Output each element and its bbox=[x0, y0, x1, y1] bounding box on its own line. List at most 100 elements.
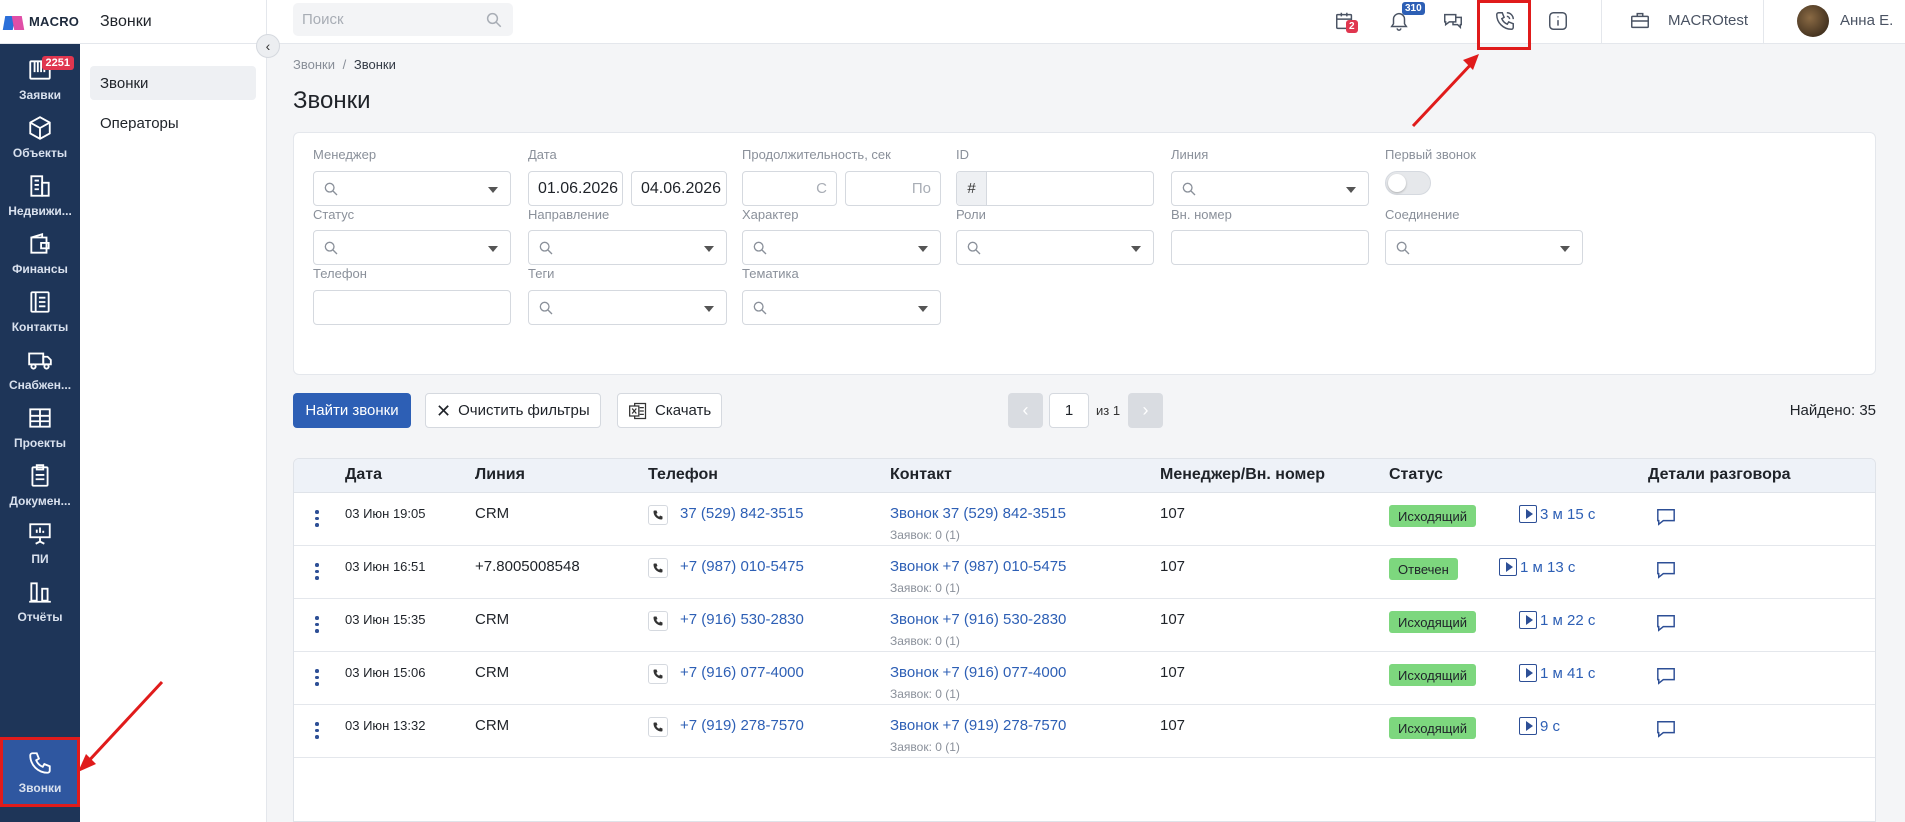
cell-phone[interactable]: 37 (529) 842-3515 bbox=[680, 505, 803, 522]
call-phone-icon[interactable] bbox=[648, 611, 668, 631]
download-label: Скачать bbox=[655, 402, 712, 419]
manager-select[interactable] bbox=[313, 171, 511, 206]
line-select[interactable] bbox=[1171, 171, 1369, 206]
search-icon bbox=[539, 301, 553, 315]
cell-date: 03 Июн 16:51 bbox=[345, 559, 426, 574]
table-row[interactable]: 03 Июн 19:05 CRM 37 (529) 842-3515 Звоно… bbox=[294, 493, 1875, 546]
cell-phone[interactable]: +7 (916) 077-4000 bbox=[680, 664, 804, 681]
notifications-button[interactable]: 310 bbox=[1386, 2, 1425, 34]
column-header-contact[interactable]: Контакт bbox=[890, 466, 952, 484]
cell-phone[interactable]: +7 (987) 010-5475 bbox=[680, 558, 804, 575]
sidebar-item-reports[interactable]: Отчёты bbox=[0, 566, 80, 636]
cell-contact[interactable]: Звонок +7 (919) 278-7570 bbox=[890, 717, 1066, 734]
recording-play[interactable]: 1 м 13 с bbox=[1499, 558, 1575, 576]
subnav-item-calls[interactable]: Звонки bbox=[90, 66, 256, 100]
chat-details-icon[interactable] bbox=[1655, 613, 1677, 633]
clear-filters-button[interactable]: ✕ Очистить фильтры bbox=[425, 393, 601, 428]
first-call-toggle[interactable] bbox=[1385, 171, 1431, 195]
chevron-down-icon bbox=[1131, 246, 1141, 252]
collapse-sidebar-button[interactable]: ‹ bbox=[256, 34, 280, 58]
chevron-down-icon bbox=[918, 246, 928, 252]
sidebar-item-calls[interactable]: Звонки bbox=[0, 737, 80, 807]
recording-play[interactable]: 3 м 15 с bbox=[1519, 505, 1595, 523]
direction-select[interactable] bbox=[528, 230, 727, 265]
row-menu-icon[interactable] bbox=[315, 722, 319, 739]
cell-contact[interactable]: Звонок 37 (529) 842-3515 bbox=[890, 505, 1066, 522]
cell-manager: 107 bbox=[1160, 558, 1186, 575]
chat-details-icon[interactable] bbox=[1655, 666, 1677, 686]
sidebar-item-label: Финансы bbox=[12, 261, 68, 276]
call-phone-icon[interactable] bbox=[648, 558, 668, 578]
next-page-button[interactable]: › bbox=[1128, 393, 1163, 428]
company-name[interactable]: MACROtest bbox=[1668, 12, 1748, 29]
avatar[interactable] bbox=[1797, 5, 1829, 37]
column-header-details[interactable]: Детали разговора bbox=[1648, 466, 1791, 484]
table-row[interactable]: 03 Июн 15:06 CRM +7 (916) 077-4000 Звоно… bbox=[294, 652, 1875, 705]
calendar-button[interactable]: 2 bbox=[1332, 8, 1358, 34]
character-select[interactable] bbox=[742, 230, 941, 265]
connection-select[interactable] bbox=[1385, 230, 1583, 265]
recording-play[interactable]: 1 м 41 с bbox=[1519, 664, 1595, 682]
filter-label: Дата bbox=[528, 147, 557, 162]
ext-number-input[interactable] bbox=[1171, 230, 1369, 265]
prev-page-button[interactable]: ‹ bbox=[1008, 393, 1043, 428]
page-input[interactable]: 1 bbox=[1049, 393, 1089, 428]
notifications-badge: 310 bbox=[1402, 2, 1425, 15]
truck-icon bbox=[28, 352, 52, 370]
user-name[interactable]: Анна Е. bbox=[1840, 12, 1893, 29]
id-input[interactable]: # bbox=[956, 171, 1154, 206]
subnav-item-operators[interactable]: Операторы bbox=[90, 106, 256, 140]
company-switch[interactable] bbox=[1627, 8, 1653, 34]
call-phone-icon[interactable] bbox=[648, 505, 668, 525]
column-header-manager[interactable]: Менеджер/Вн. номер bbox=[1160, 466, 1325, 484]
roles-select[interactable] bbox=[956, 230, 1154, 265]
topic-select[interactable] bbox=[742, 290, 941, 325]
chat-details-icon[interactable] bbox=[1655, 507, 1677, 527]
cell-duration: 1 м 41 с bbox=[1540, 664, 1596, 682]
reports-icon bbox=[29, 581, 51, 603]
call-phone-icon[interactable] bbox=[648, 717, 668, 737]
row-menu-icon[interactable] bbox=[315, 563, 319, 580]
cell-contact[interactable]: Звонок +7 (916) 530-2830 bbox=[890, 611, 1066, 628]
column-header-date[interactable]: Дата bbox=[345, 466, 382, 484]
breadcrumb-root[interactable]: Звонки bbox=[293, 57, 335, 72]
table-row[interactable]: 03 Июн 13:32 CRM +7 (919) 278-7570 Звоно… bbox=[294, 705, 1875, 758]
download-button[interactable]: Скачать bbox=[617, 393, 723, 428]
search-input[interactable] bbox=[293, 3, 473, 36]
cell-phone[interactable]: +7 (919) 278-7570 bbox=[680, 717, 804, 734]
logo[interactable]: MACRO bbox=[0, 0, 80, 44]
duration-from-input[interactable]: С bbox=[742, 171, 837, 206]
duration-to-input[interactable]: По bbox=[845, 171, 941, 206]
info-button[interactable] bbox=[1545, 8, 1571, 34]
search-icon[interactable] bbox=[485, 11, 503, 29]
tags-select[interactable] bbox=[528, 290, 727, 325]
cell-contact[interactable]: Звонок +7 (987) 010-5475 bbox=[890, 558, 1066, 575]
row-menu-icon[interactable] bbox=[315, 510, 319, 527]
status-badge: Отвечен bbox=[1389, 558, 1458, 580]
status-select[interactable] bbox=[313, 230, 511, 265]
divider bbox=[1601, 0, 1602, 44]
chat-details-icon[interactable] bbox=[1655, 560, 1677, 580]
table-row[interactable]: 03 Июн 16:51 +7.8005008548 +7 (987) 010-… bbox=[294, 546, 1875, 599]
chevron-down-icon bbox=[704, 246, 714, 252]
phone-input[interactable] bbox=[313, 290, 511, 325]
cell-contact[interactable]: Звонок +7 (916) 077-4000 bbox=[890, 664, 1066, 681]
filter-label: Первый звонок bbox=[1385, 147, 1476, 162]
call-phone-icon[interactable] bbox=[648, 664, 668, 684]
recording-play[interactable]: 9 с bbox=[1519, 717, 1560, 735]
play-icon bbox=[1519, 505, 1537, 523]
column-header-line[interactable]: Линия bbox=[475, 466, 525, 484]
cell-date: 03 Июн 13:32 bbox=[345, 718, 426, 733]
cell-phone[interactable]: +7 (916) 530-2830 bbox=[680, 611, 804, 628]
row-menu-icon[interactable] bbox=[315, 616, 319, 633]
column-header-phone[interactable]: Телефон bbox=[648, 466, 718, 484]
find-calls-button[interactable]: Найти звонки bbox=[293, 393, 411, 428]
table-row[interactable]: 03 Июн 15:35 CRM +7 (916) 530-2830 Звоно… bbox=[294, 599, 1875, 652]
row-menu-icon[interactable] bbox=[315, 669, 319, 686]
date-from-input[interactable]: 01.06.2026 bbox=[528, 171, 623, 206]
date-to-input[interactable]: 04.06.2026 bbox=[631, 171, 727, 206]
column-header-status[interactable]: Статус bbox=[1389, 466, 1443, 484]
chat-button[interactable] bbox=[1440, 8, 1466, 34]
chat-details-icon[interactable] bbox=[1655, 719, 1677, 739]
recording-play[interactable]: 1 м 22 с bbox=[1519, 611, 1595, 629]
